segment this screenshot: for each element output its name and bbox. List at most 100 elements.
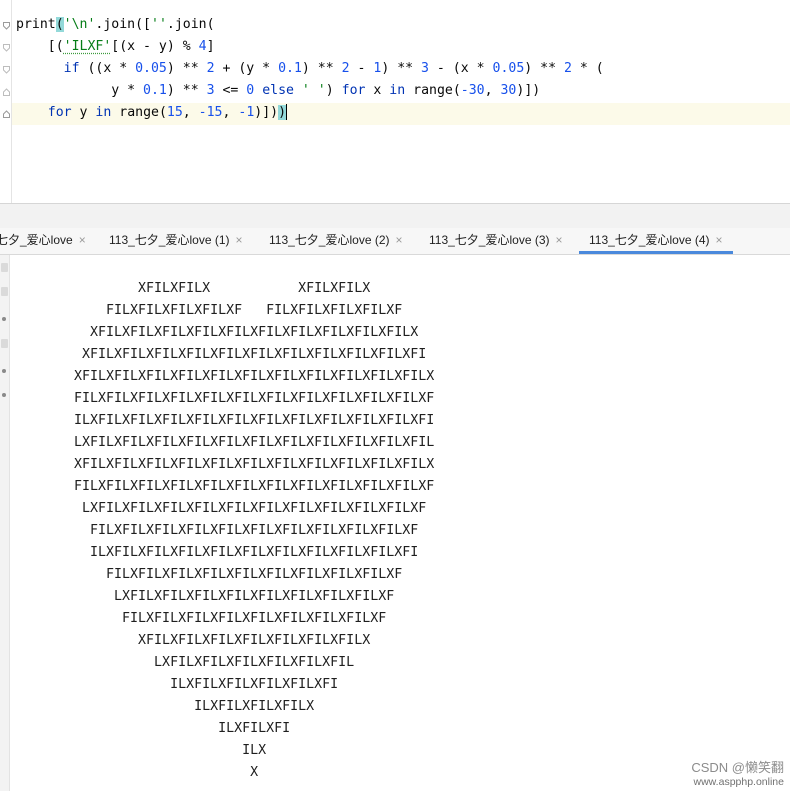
console-line: XFILXFILX XFILXFILX bbox=[74, 281, 371, 296]
tab-run-5-active[interactable]: 113_七夕_爱心love (4) × bbox=[579, 228, 733, 254]
code-token: 15 bbox=[166, 105, 183, 120]
code-token: in bbox=[95, 105, 112, 120]
code-token: <= bbox=[214, 83, 247, 98]
close-icon[interactable]: × bbox=[716, 233, 723, 247]
console-line: FILXFILXFILXFILXFILXFILXFILXFILXFILXFILX… bbox=[74, 479, 435, 494]
console-line: XFILXFILXFILXFILXFILXFILXFILX bbox=[74, 633, 371, 648]
code-token: ] bbox=[206, 39, 215, 54]
console-line: FILXFILXFILXFILXFILXFILXFILXFILXFILXFILX… bbox=[74, 523, 419, 538]
code-token: if bbox=[63, 61, 80, 76]
code-token: -15 bbox=[198, 105, 223, 120]
toolbar-dot-icon bbox=[2, 369, 6, 373]
code-token: , bbox=[182, 105, 199, 120]
code-token: ) ** bbox=[524, 61, 564, 76]
code-line[interactable]: y * 0.1) ** 3 <= 0 else ' ') for x in ra… bbox=[16, 80, 604, 102]
code-token: '' bbox=[151, 17, 167, 32]
code-token: for bbox=[341, 83, 366, 98]
tab-run-4[interactable]: 113_七夕_爱心love (3) × bbox=[429, 228, 563, 254]
run-tabs-bar: 七夕_爱心love × 113_七夕_爱心love (1) × 113_七夕_爱心l… bbox=[0, 228, 790, 255]
tab-label: 113_七夕_爱心love (4) bbox=[589, 233, 710, 247]
code-token: ((x * bbox=[79, 61, 136, 76]
code-token: 30 bbox=[500, 83, 517, 98]
code-line[interactable]: [('ILXF'[(x - y) % 4] bbox=[16, 36, 604, 58]
code-token: for bbox=[47, 105, 72, 120]
console-line: LXFILXFILXFILXFILXFILXFIL bbox=[74, 655, 355, 670]
code-token: + (y * bbox=[214, 61, 279, 76]
toolbar-dot-icon bbox=[2, 393, 6, 397]
code-token: 0.05 bbox=[492, 61, 525, 76]
code-token: 2 bbox=[206, 61, 215, 76]
fold-marker-icon[interactable] bbox=[3, 88, 10, 96]
console-line: FILXFILXFILXFILXFILXFILXFILXFILXFILXF bbox=[74, 567, 403, 582]
code-token: ' ' bbox=[301, 83, 326, 98]
console-line: LXFILXFILXFILXFILXFILXFILXFILXFILXFILXFI… bbox=[74, 435, 435, 450]
code-token: ( bbox=[55, 17, 64, 32]
console-line: XFILXFILXFILXFILXFILXFILXFILXFILXFILXFIL… bbox=[74, 325, 419, 340]
stop-icon[interactable] bbox=[1, 287, 8, 296]
code-editor[interactable]: print('\n'.join([''.join( [('ILXF'[(x - … bbox=[0, 0, 790, 203]
code-line[interactable]: for y in range(15, -15, -1)])) bbox=[16, 102, 604, 124]
code-token: 0.1 bbox=[143, 83, 167, 98]
console-line: X bbox=[74, 765, 259, 780]
code-token: 0.05 bbox=[135, 61, 167, 76]
toolbar-dot-icon bbox=[2, 317, 6, 321]
close-icon[interactable]: × bbox=[236, 233, 243, 247]
fold-open-icon[interactable] bbox=[3, 22, 10, 30]
panel-splitter[interactable] bbox=[0, 203, 790, 229]
code-token: [( bbox=[16, 39, 64, 54]
editor-gutter bbox=[0, 0, 12, 203]
watermark-author: CSDN @懒笑翻 bbox=[691, 760, 784, 775]
code-token: y * bbox=[16, 83, 144, 98]
code-token: * ( bbox=[571, 61, 604, 76]
fold-marker-icon[interactable] bbox=[3, 44, 10, 52]
code-token: x bbox=[365, 83, 390, 98]
code-token: ) bbox=[325, 83, 342, 98]
code-token: )]) bbox=[254, 105, 279, 120]
console-line: ILX bbox=[74, 743, 267, 758]
tab-label: 113_七夕_爱心love (1) bbox=[109, 233, 230, 247]
tab-run-2[interactable]: 113_七夕_爱心love (1) × bbox=[109, 228, 243, 254]
code-token: 3 bbox=[421, 61, 429, 76]
tab-label: 七夕_爱心love bbox=[0, 233, 73, 247]
watermark-site: www.aspphp.online bbox=[693, 776, 784, 788]
fold-close-icon[interactable] bbox=[3, 110, 10, 118]
code-token: 3 bbox=[206, 83, 215, 98]
console-line: LXFILXFILXFILXFILXFILXFILXFILXFILXF bbox=[74, 589, 395, 604]
code-line[interactable]: if ((x * 0.05) ** 2 + (y * 0.1) ** 2 - 1… bbox=[16, 58, 604, 80]
settings-icon[interactable] bbox=[1, 339, 8, 348]
code-token: ) ** bbox=[166, 61, 207, 76]
code-token: 4 bbox=[198, 39, 207, 54]
code-token: -1 bbox=[238, 105, 255, 120]
code-token: 0.1 bbox=[278, 61, 302, 76]
tab-label: 113_七夕_爱心love (2) bbox=[269, 233, 390, 247]
code-token: else bbox=[262, 83, 294, 98]
code-token: '\n' bbox=[63, 17, 96, 32]
code-token: print bbox=[16, 17, 56, 32]
console-line: ILXFILXFI bbox=[74, 721, 291, 736]
tab-run-3[interactable]: 113_七夕_爱心love (2) × bbox=[269, 228, 403, 254]
console-line: FILXFILXFILXFILXFILXFILXFILXFILXFILXFILX… bbox=[74, 391, 435, 406]
rerun-icon[interactable] bbox=[1, 263, 8, 272]
code-token: ) bbox=[278, 105, 287, 120]
console-output: XFILXFILX XFILXFILX FILXFILXFILXFILXF FI… bbox=[74, 278, 434, 784]
tab-run-1[interactable]: 七夕_爱心love × bbox=[0, 228, 86, 254]
code-token: )]) bbox=[516, 83, 541, 98]
code-line[interactable]: print('\n'.join([''.join( bbox=[16, 14, 604, 36]
close-icon[interactable]: × bbox=[556, 233, 563, 247]
code-token: , bbox=[484, 83, 501, 98]
console-line: FILXFILXFILXFILXFILXFILXFILXFILXF bbox=[74, 611, 387, 626]
code-token: [(x - y) % bbox=[111, 39, 199, 54]
tab-label: 113_七夕_爱心love (3) bbox=[429, 233, 550, 247]
fold-marker-icon[interactable] bbox=[3, 66, 10, 74]
code-token: 'ILXF' bbox=[63, 39, 112, 54]
console-line: FILXFILXFILXFILXF FILXFILXFILXFILXF bbox=[74, 303, 403, 318]
console-line: XFILXFILXFILXFILXFILXFILXFILXFILXFILXFIL… bbox=[74, 347, 427, 362]
close-icon[interactable]: × bbox=[79, 233, 86, 247]
close-icon[interactable]: × bbox=[396, 233, 403, 247]
console-line: LXFILXFILXFILXFILXFILXFILXFILXFILXFILXFI… bbox=[74, 501, 427, 516]
code-token: - (x * bbox=[428, 61, 493, 76]
code-lines[interactable]: print('\n'.join([''.join( [('ILXF'[(x - … bbox=[16, 14, 604, 124]
watermark: CSDN @懒笑翻 www.aspphp.online bbox=[691, 760, 784, 789]
